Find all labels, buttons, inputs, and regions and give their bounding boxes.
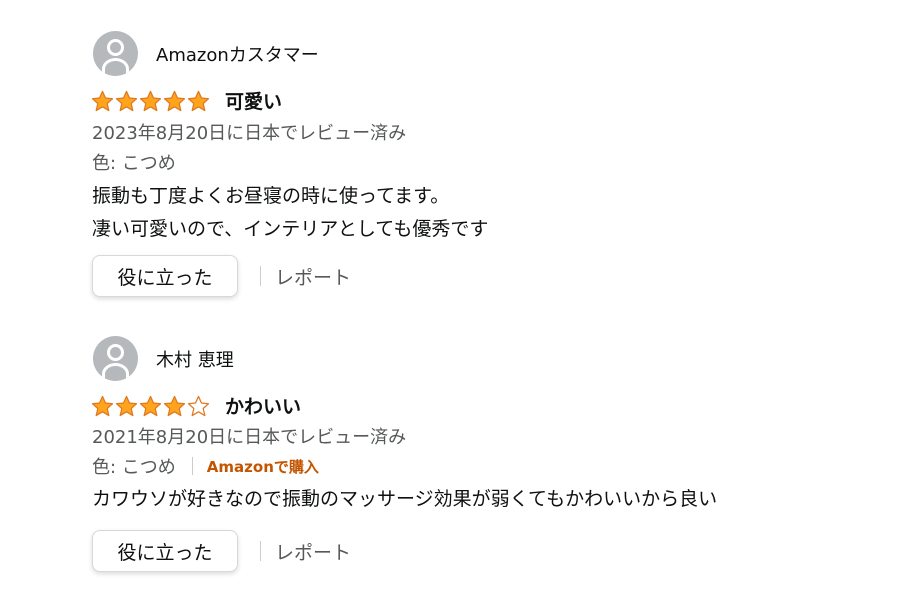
star-filled-icon — [163, 90, 186, 111]
review-body: カワウソが好きなので振動のマッサージ効果が弱くてもかわいいから良い — [92, 483, 717, 516]
review-body-line: 凄い可愛いので、インテリアとしても優秀です — [92, 218, 489, 240]
star-filled-icon — [115, 90, 138, 111]
review-body-line: カワウソが好きなので振動のマッサージ効果が弱くてもかわいいから良い — [92, 488, 718, 510]
verified-purchase-badge: Amazonで購入 — [206, 457, 319, 476]
star-filled-icon — [91, 395, 114, 416]
divider — [260, 266, 261, 286]
review-actions: 役に立った レポート — [92, 255, 351, 297]
rating-line: かわいい — [91, 392, 301, 419]
star-filled-icon — [115, 395, 138, 416]
reviewer-profile[interactable]: Amazonカスタマー — [93, 31, 319, 76]
user-avatar-icon — [93, 336, 138, 381]
star-empty-icon — [187, 395, 210, 416]
star-filled-icon — [187, 90, 210, 111]
star-filled-icon — [139, 395, 162, 416]
star-filled-icon — [139, 90, 162, 111]
variant-info: 色: こつめ — [92, 149, 176, 175]
star-rating[interactable] — [91, 90, 211, 112]
review-title[interactable]: 可愛い — [225, 87, 282, 114]
review-body-line: 振動も丁度よくお昼寝の時に使ってます。 — [92, 185, 450, 207]
reviewer-name: Amazonカスタマー — [156, 44, 319, 66]
rating-line: 可愛い — [91, 87, 282, 114]
review-actions: 役に立った レポート — [92, 530, 351, 572]
variant-info: 色: こつめ Amazonで購入 — [92, 453, 319, 479]
helpful-button[interactable]: 役に立った — [92, 530, 238, 572]
variant-label: 色: こつめ — [92, 153, 176, 174]
report-link[interactable]: レポート — [275, 538, 351, 565]
variant-label: 色: こつめ — [92, 457, 176, 478]
user-avatar-icon — [93, 31, 138, 76]
review-date: 2021年8月20日に日本でレビュー済み — [92, 427, 407, 448]
review-body: 振動も丁度よくお昼寝の時に使ってます。 凄い可愛いので、インテリアとしても優秀で… — [92, 180, 488, 246]
divider — [260, 541, 261, 561]
divider — [191, 457, 193, 475]
reviewer-name: 木村 恵理 — [156, 349, 234, 371]
review-title[interactable]: かわいい — [225, 392, 301, 419]
star-filled-icon — [163, 395, 186, 416]
reviewer-profile[interactable]: 木村 恵理 — [93, 336, 234, 381]
star-filled-icon — [91, 90, 114, 111]
helpful-button[interactable]: 役に立った — [92, 255, 238, 297]
review-date: 2023年8月20日に日本でレビュー済み — [92, 123, 407, 144]
star-rating[interactable] — [91, 395, 211, 417]
report-link[interactable]: レポート — [275, 263, 351, 290]
